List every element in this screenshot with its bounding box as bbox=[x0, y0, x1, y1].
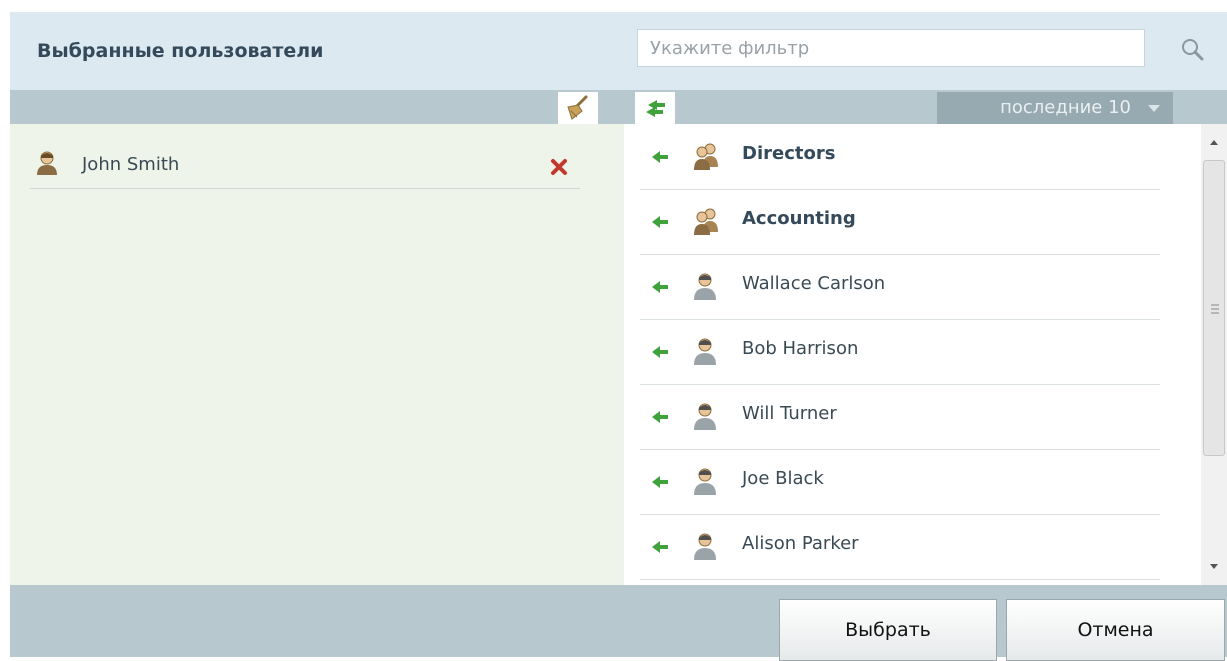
recent-dropdown[interactable]: последние 10 bbox=[937, 92, 1173, 124]
list-item-user[interactable]: Wallace Carlson bbox=[640, 254, 1160, 320]
arrow-left-icon bbox=[652, 411, 668, 423]
scroll-down-icon[interactable] bbox=[1201, 557, 1227, 577]
list-item-user[interactable]: Bob Harrison bbox=[640, 319, 1160, 385]
list-item-group[interactable]: Accounting bbox=[640, 189, 1160, 255]
list-item-name: Alison Parker bbox=[742, 533, 859, 554]
selected-users-panel: John Smith bbox=[10, 124, 624, 585]
add-all-button[interactable] bbox=[635, 92, 675, 124]
remove-icon[interactable] bbox=[550, 158, 568, 176]
grip-icon bbox=[1211, 304, 1219, 314]
broom-icon bbox=[567, 95, 588, 120]
user-icon bbox=[694, 273, 716, 300]
recent-dropdown-label: последние 10 bbox=[1000, 97, 1131, 118]
arrow-left-icon bbox=[652, 476, 668, 488]
clear-selection-button[interactable] bbox=[558, 92, 598, 124]
user-icon bbox=[694, 468, 716, 495]
arrow-left-icon bbox=[652, 281, 668, 293]
scroll-up-icon[interactable] bbox=[1201, 132, 1227, 152]
select-button[interactable]: Выбрать bbox=[779, 599, 997, 661]
user-icon bbox=[694, 533, 716, 560]
top-border bbox=[0, 0, 1227, 12]
arrow-left-icon bbox=[652, 346, 668, 358]
scrollbar-thumb[interactable] bbox=[1203, 160, 1225, 456]
list-item-user[interactable]: Alison Parker bbox=[640, 514, 1160, 580]
list-item-name: Accounting bbox=[742, 208, 856, 229]
user-picker-dialog: Выбранные пользователи последние 10 bbox=[0, 0, 1227, 661]
filter-input[interactable] bbox=[637, 29, 1145, 67]
list-item-name: Will Turner bbox=[742, 403, 837, 424]
group-icon bbox=[694, 208, 718, 235]
group-icon bbox=[694, 143, 718, 170]
user-icon bbox=[694, 338, 716, 365]
arrow-left-icon bbox=[652, 541, 668, 553]
list-item-group[interactable]: Directors bbox=[640, 124, 1160, 190]
list-item-user[interactable]: Joe Black bbox=[640, 449, 1160, 515]
selected-item-name: John Smith bbox=[82, 154, 180, 175]
selected-item: John Smith bbox=[30, 136, 580, 189]
list-item-name: Bob Harrison bbox=[742, 338, 859, 359]
available-users-panel: Directors Accounting Wallace Carlson Bob… bbox=[624, 124, 1201, 585]
chevron-down-icon bbox=[1148, 105, 1160, 112]
list-item-name: Joe Black bbox=[742, 468, 824, 489]
double-arrow-left-icon bbox=[646, 100, 665, 117]
arrow-left-icon bbox=[652, 151, 668, 163]
list-item-name: Directors bbox=[742, 143, 836, 164]
arrow-left-icon bbox=[652, 216, 668, 228]
user-icon bbox=[37, 151, 57, 175]
user-icon bbox=[694, 403, 716, 430]
list-item-name: Wallace Carlson bbox=[742, 273, 886, 294]
dialog-title: Выбранные пользователи bbox=[37, 40, 324, 62]
search-icon[interactable] bbox=[1180, 37, 1206, 63]
list-item-user[interactable]: Will Turner bbox=[640, 384, 1160, 450]
cancel-button[interactable]: Отмена bbox=[1006, 599, 1225, 661]
